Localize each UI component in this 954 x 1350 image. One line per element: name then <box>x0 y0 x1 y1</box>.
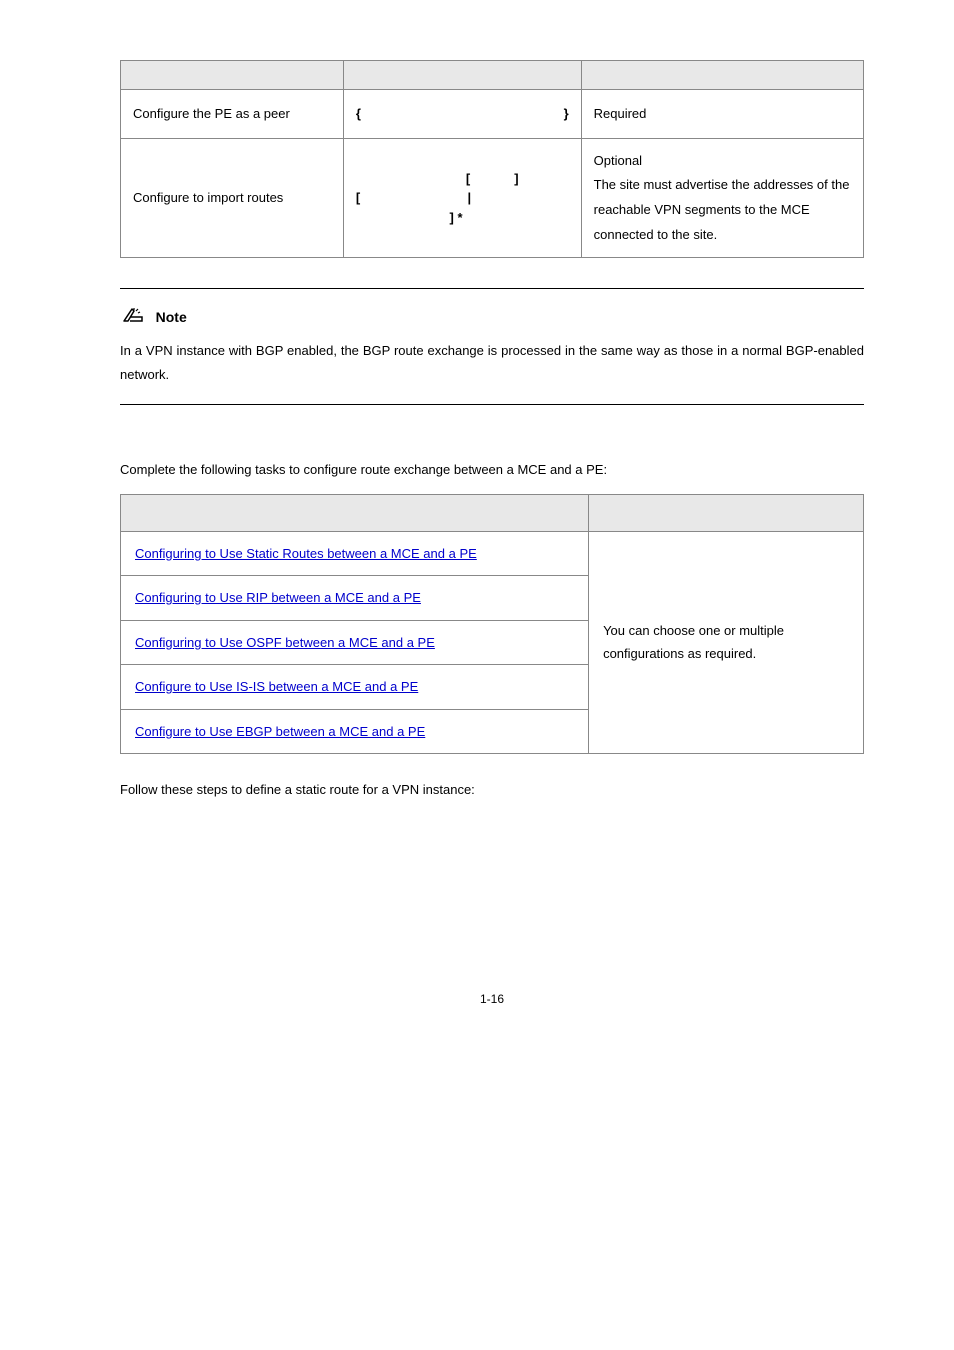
bracket-close: ] <box>514 169 518 189</box>
config-link[interactable]: Configuring to Use RIP between a MCE and… <box>135 590 421 605</box>
table-row: Configure to import routes [ ] [ | ] * O… <box>121 138 864 258</box>
table-header-cell <box>121 61 344 90</box>
pipe-char: | <box>467 190 471 205</box>
note-label: Note <box>156 307 187 328</box>
task-cell: Configuring to Use Static Routes between… <box>121 531 589 576</box>
config-command-cell: { } <box>343 90 581 139</box>
config-desc-cell: Required <box>581 90 863 139</box>
table-header-cell <box>581 61 863 90</box>
table-row: Configure the PE as a peer { } Required <box>121 90 864 139</box>
brace-open: { <box>356 104 361 124</box>
page-number: 1-16 <box>120 990 864 1008</box>
remarks-cell: You can choose one or multiple configura… <box>589 531 864 754</box>
note-text: In a VPN instance with BGP enabled, the … <box>120 339 864 388</box>
bracket-open: [ <box>466 169 470 189</box>
brace-close: } <box>564 104 569 124</box>
task-cell: Configure to Use EBGP between a MCE and … <box>121 709 589 754</box>
bracket-close-star: ] * <box>450 210 463 225</box>
table-header-cell <box>589 494 864 531</box>
table-header-row <box>121 61 864 90</box>
desc-text: The site must advertise the addresses of… <box>594 177 850 241</box>
table-row: Configuring to Use Static Routes between… <box>121 531 864 576</box>
note-section: Note In a VPN instance with BGP enabled,… <box>120 288 864 405</box>
task-cell: Configuring to Use OSPF between a MCE an… <box>121 620 589 665</box>
note-icon <box>120 303 148 331</box>
bracket-open: [ <box>356 190 360 205</box>
optional-label: Optional <box>594 153 642 168</box>
table-header-row <box>121 494 864 531</box>
intro-paragraph: Complete the following tasks to configur… <box>120 460 864 480</box>
config-label-cell: Configure to import routes <box>121 138 344 258</box>
config-desc-cell: Optional The site must advertise the add… <box>581 138 863 258</box>
config-link[interactable]: Configure to Use EBGP between a MCE and … <box>135 724 425 739</box>
config-link[interactable]: Configure to Use IS-IS between a MCE and… <box>135 679 418 694</box>
follow-steps-text: Follow these steps to define a static ro… <box>120 780 864 800</box>
task-cell: Configure to Use IS-IS between a MCE and… <box>121 665 589 710</box>
config-label-cell: Configure the PE as a peer <box>121 90 344 139</box>
config-command-cell: [ ] [ | ] * <box>343 138 581 258</box>
tasks-table: Configuring to Use Static Routes between… <box>120 494 864 755</box>
task-cell: Configuring to Use RIP between a MCE and… <box>121 576 589 621</box>
table-header-cell <box>343 61 581 90</box>
note-header: Note <box>120 303 864 331</box>
first-config-table: Configure the PE as a peer { } Required … <box>120 60 864 258</box>
config-link[interactable]: Configuring to Use Static Routes between… <box>135 546 477 561</box>
config-link[interactable]: Configuring to Use OSPF between a MCE an… <box>135 635 435 650</box>
table-header-cell <box>121 494 589 531</box>
